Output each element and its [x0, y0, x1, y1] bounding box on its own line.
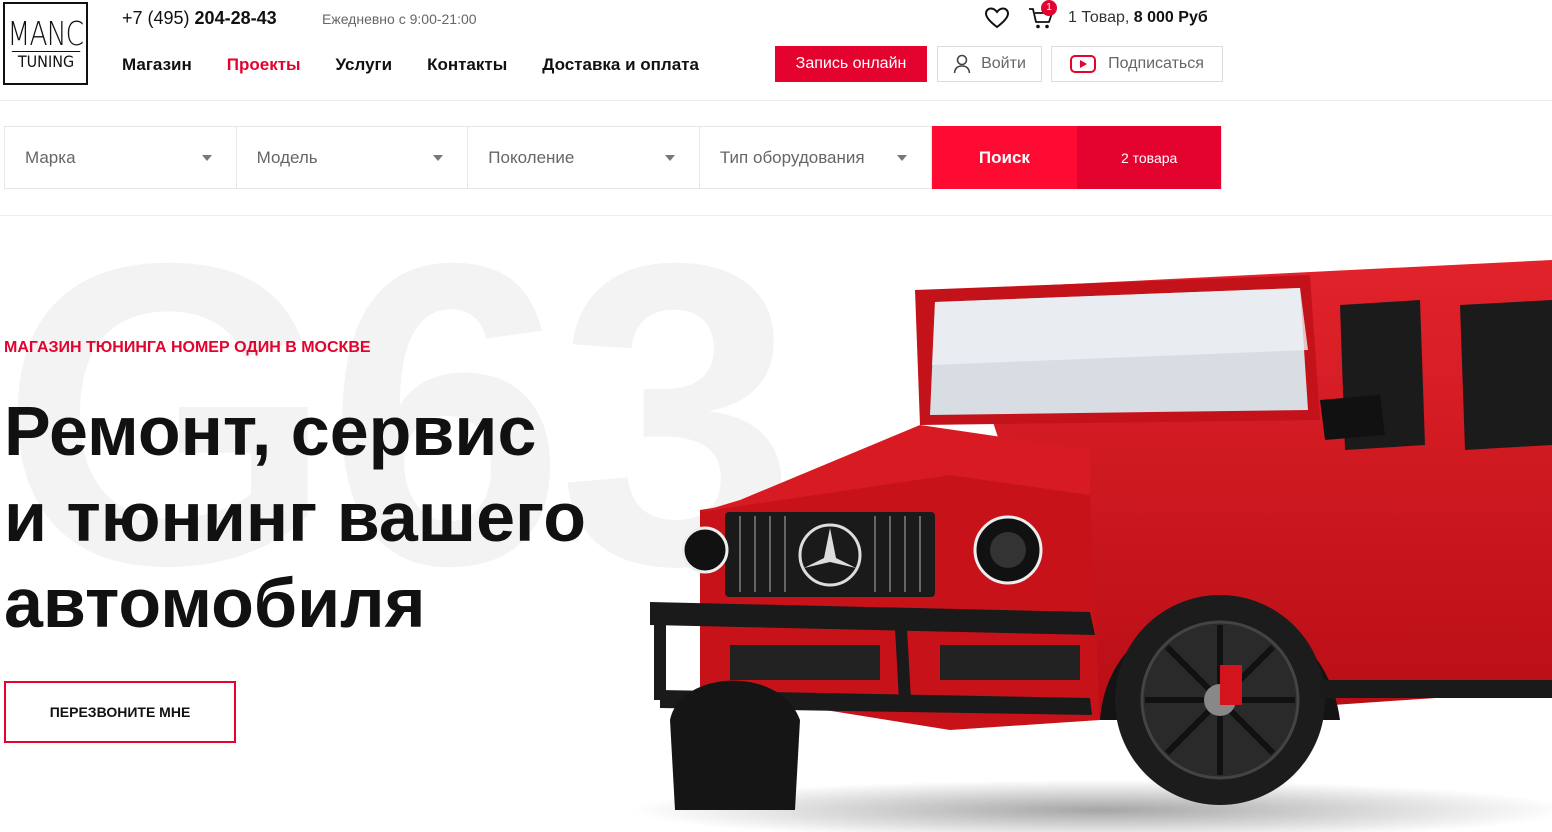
nav-item-delivery[interactable]: Доставка и оплата: [542, 55, 699, 75]
hero-kicker: МАГАЗИН ТЮНИНГА НОМЕР ОДИН В МОСКВЕ: [4, 339, 371, 356]
working-hours: Ежедневно с 9:00-21:00: [322, 11, 477, 27]
logo-bottom-text: TUNING: [11, 50, 80, 71]
hero-title-line: и тюнинг вашего: [4, 478, 587, 556]
chevron-down-icon: [433, 154, 444, 161]
nav-item-contacts[interactable]: Контакты: [427, 55, 507, 75]
chevron-down-icon: [896, 154, 907, 161]
callback-button[interactable]: ПЕРЕЗВОНИТЕ МНЕ: [4, 681, 236, 743]
main-nav: Магазин Проекты Услуги Контакты Доставка…: [122, 55, 734, 75]
cart-total: 8 000 Руб: [1133, 9, 1208, 26]
search-button[interactable]: Поиск: [931, 126, 1078, 189]
user-icon: [953, 54, 971, 74]
logo-top-text: MANC: [7, 13, 85, 53]
cart-items: 1 Товар,: [1068, 9, 1130, 26]
nav-item-shop[interactable]: Магазин: [122, 55, 192, 75]
cart-badge: 1: [1041, 0, 1057, 16]
nav-item-services[interactable]: Услуги: [336, 55, 393, 75]
phone-prefix: +7 (495): [122, 8, 195, 28]
chevron-down-icon: [664, 154, 675, 161]
hero-title-line: Ремонт, сервис: [4, 392, 537, 470]
heart-icon[interactable]: [984, 6, 1010, 30]
chevron-down-icon: [201, 154, 212, 161]
youtube-icon: [1070, 55, 1097, 73]
cart-summary[interactable]: 1 Товар, 8 000 Руб: [1068, 9, 1208, 27]
phone-main: 204-28-43: [194, 8, 277, 28]
subscribe-label: Подписаться: [1108, 55, 1204, 72]
generation-select-label: Поколение: [488, 147, 575, 167]
login-button[interactable]: Войти: [937, 46, 1042, 82]
model-select-label: Модель: [256, 147, 318, 167]
results-count-button[interactable]: 2 товара: [1077, 126, 1221, 189]
phone-number[interactable]: +7 (495) 204-28-43: [122, 8, 277, 29]
equipment-select-label: Тип оборудования: [719, 147, 865, 167]
login-label: Войти: [981, 55, 1026, 72]
hero-title-line: автомобиля: [4, 564, 426, 642]
header-divider: [0, 100, 1552, 101]
hero-title: Ремонт, сервис и тюнинг вашего автомобил…: [4, 388, 586, 646]
brand-select-label: Марка: [25, 147, 76, 167]
logo[interactable]: MANC TUNING: [3, 2, 88, 85]
car-image: [630, 260, 1552, 832]
book-online-button[interactable]: Запись онлайн: [775, 46, 927, 82]
nav-item-projects[interactable]: Проекты: [227, 55, 301, 75]
subscribe-button[interactable]: Подписаться: [1051, 46, 1223, 82]
